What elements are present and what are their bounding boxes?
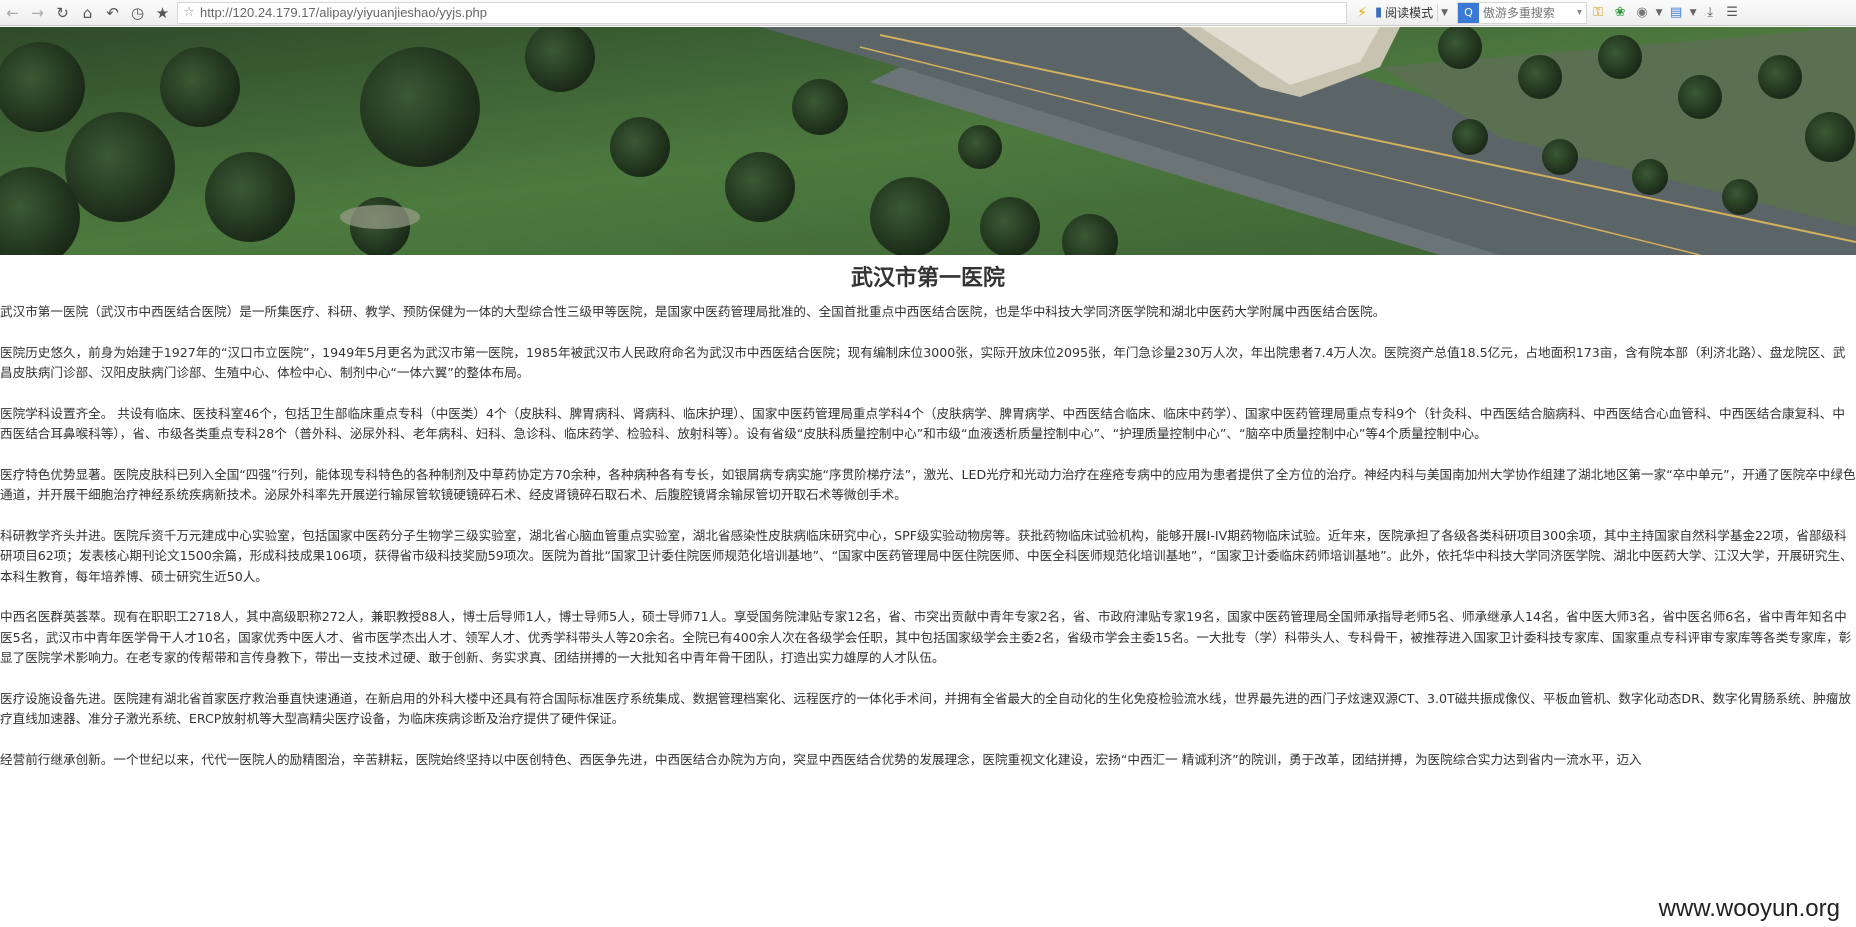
chevron-down-icon: ▼ [1441,7,1449,18]
paragraph-specialties: 医疗特色优势显著。医院皮肤科已列入全国“四强”行列，能体现专科特色的各种制剂及中… [0,466,1856,503]
undo-icon: ↶ [106,3,119,22]
paragraph-staff: 中西名医群英荟萃。现有在职职工2718人，其中高级职称272人，兼职教授88人，… [0,609,1852,665]
paragraph-equipment: 医疗设施设备先进。医院建有湖北省首家医疗救治垂直快速通道，在新启用的外科大楼中还… [0,690,1851,727]
arrow-right-icon: → [31,3,44,22]
home-button[interactable]: ⌂ [75,1,100,25]
translate-icon[interactable]: ▤ [1665,1,1687,25]
paragraph-culture: 经营前行继承创新。一个世纪以来，代代一医院人的励精图治，辛苦耕耘，医院始终坚持以… [0,751,1642,767]
book-icon: ▮ [1375,5,1383,20]
undo-close-button[interactable]: ↶ [100,1,125,25]
leaf-icon[interactable]: ❀ [1609,1,1631,25]
download-icon[interactable]: ⤓ [1699,1,1721,25]
clock-icon: ◷ [130,3,145,22]
forward-button[interactable]: → [25,1,50,25]
favorites-button[interactable]: ★ [150,1,175,25]
search-box: Q ▾ [1457,1,1588,24]
paragraph-research: 科研教学齐头并进。医院斥资千万元建成中心实验室，包括国家中医药分子生物学三级实验… [0,527,1853,584]
search-go-icon[interactable]: ▾ [1573,7,1586,18]
address-bar-tools: ⚡ ▮ 阅读模式 ▼ [1353,1,1451,25]
address-bar[interactable]: ☆ http://120.24.179.17/alipay/yiyuanjies… [177,1,1347,24]
main-content: 武汉市第一医院 武汉市第一医院（武汉市中西医结合医院）是一所集医疗、科研、教学、… [0,262,1856,790]
refresh-button[interactable]: ↻ [50,1,75,25]
menu-icon[interactable]: ☰ [1721,1,1743,25]
read-mode-dropdown[interactable]: ▼ [1437,3,1451,22]
arrow-left-icon: ← [6,3,19,22]
aerial-photo [0,27,1856,255]
translate-dropdown-icon[interactable]: ▼ [1687,1,1699,25]
refresh-icon: ↻ [56,3,69,22]
history-button[interactable]: ◷ [125,1,150,25]
paragraph-history: 医院历史悠久，前身为始建于1927年的“汉口市立医院”，1949年5月更名为武汉… [0,344,1846,381]
star-icon: ★ [155,3,170,22]
search-input[interactable] [1478,2,1573,23]
watermark: www.wooyun.org [1654,895,1844,923]
read-mode-button[interactable]: ▮ 阅读模式 [1371,4,1437,21]
read-mode-label: 阅读模式 [1385,6,1434,20]
home-icon: ⌂ [82,3,93,22]
key-icon[interactable]: ⚿ [1587,1,1609,25]
browser-toolbar: ← → ↻ ⌂ ↶ ◷ ★ ☆ http://120.24.179.17/ali… [0,0,1856,26]
search-engine-icon[interactable]: Q [1458,2,1479,23]
page-title: 武汉市第一医院 [850,266,1005,291]
bookmark-star-icon[interactable]: ☆ [178,5,200,20]
camera-icon[interactable]: ◉ [1631,1,1653,25]
paragraph-intro: 武汉市第一医院（武汉市中西医结合医院）是一所集医疗、科研、教学、预防保健为一体的… [0,304,1386,319]
lightning-icon[interactable]: ⚡ [1353,5,1371,21]
url-text[interactable]: http://120.24.179.17/alipay/yiyuanjiesha… [200,5,487,20]
banner-image [0,27,1856,255]
camera-dropdown-icon[interactable]: ▼ [1653,1,1665,25]
paragraph-disciplines: 医院学科设置齐全。 共设有临床、医技科室46个，包括卫生部临床重点专科（中医类）… [0,405,1845,442]
back-button[interactable]: ← [0,1,25,25]
